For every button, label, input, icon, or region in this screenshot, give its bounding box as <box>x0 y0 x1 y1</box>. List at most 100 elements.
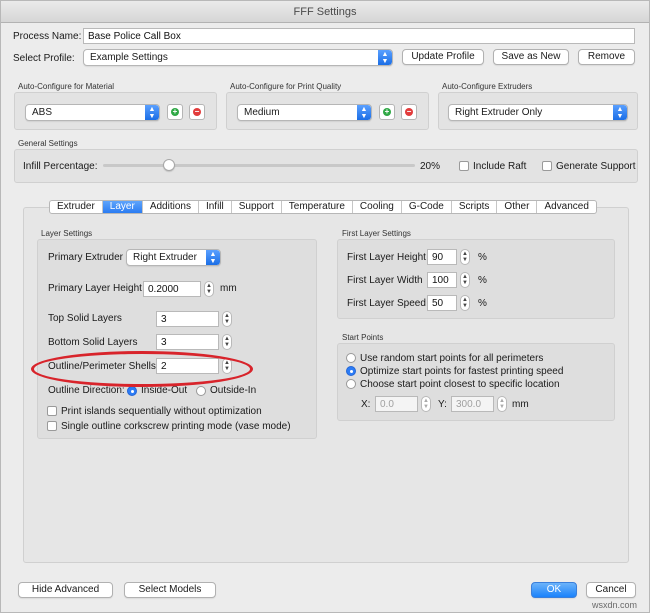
primary-layer-height-unit: mm <box>220 283 237 294</box>
settings-tabbar: Extruder Layer Additions Infill Support Tempe… <box>49 200 597 214</box>
save-as-new-button[interactable]: Save as New <box>493 49 569 65</box>
optimize-start-label: Optimize start points for fastest printi… <box>360 366 564 377</box>
minus-icon: − <box>193 107 201 116</box>
select-profile-value: Example Settings <box>90 52 168 63</box>
top-solid-layers-stepper[interactable]: ▲ ▼ <box>222 311 232 327</box>
material-value: ABS <box>32 107 53 118</box>
cancel-button[interactable]: Cancel <box>586 582 636 598</box>
inside-out-radio[interactable] <box>127 386 137 396</box>
outside-in-label: Outside-In <box>210 385 257 396</box>
select-profile-label: Select Profile: <box>13 53 75 64</box>
generate-support-checkbox[interactable] <box>542 161 552 171</box>
outside-in-radio[interactable] <box>196 386 206 396</box>
dropdown-arrows-icon: ▲ ▼ <box>613 105 627 120</box>
tab-advanced[interactable]: Advanced <box>537 201 595 213</box>
hide-advanced-button[interactable]: Hide Advanced <box>18 582 113 598</box>
random-start-label: Use random start points for all perimete… <box>360 353 544 364</box>
x-coordinate-input[interactable]: 0.0 <box>375 396 418 412</box>
window-title: FFF Settings <box>1 1 649 23</box>
extruders-value: Right Extruder Only <box>455 107 543 118</box>
tab-cooling[interactable]: Cooling <box>353 201 402 213</box>
print-islands-label: Print islands sequentially without optim… <box>61 406 262 417</box>
primary-extruder-dropdown[interactable]: Right Extruder ▲ ▼ <box>126 249 221 266</box>
tab-extruder[interactable]: Extruder <box>50 201 103 213</box>
material-dropdown[interactable]: ABS ▲ ▼ <box>25 104 160 121</box>
process-name-label: Process Name: <box>13 31 82 42</box>
layer-settings-label: Layer Settings <box>41 229 93 238</box>
quality-group-label: Auto-Configure for Print Quality <box>230 82 342 91</box>
top-solid-layers-input[interactable]: 3 <box>156 311 219 327</box>
random-start-radio[interactable] <box>346 353 356 363</box>
dropdown-arrows-icon: ▲ ▼ <box>206 250 220 265</box>
first-layer-speed-input[interactable]: 50 <box>427 295 457 311</box>
include-raft-label: Include Raft <box>473 161 527 172</box>
tab-additions[interactable]: Additions <box>143 201 199 213</box>
closest-start-label: Choose start point closest to specific l… <box>360 379 560 390</box>
highlight-annotation-ellipse <box>31 351 253 387</box>
first-layer-width-label: First Layer Width <box>347 275 423 286</box>
tab-support[interactable]: Support <box>232 201 282 213</box>
outline-direction-label: Outline Direction: <box>48 385 125 396</box>
tab-other[interactable]: Other <box>497 201 538 213</box>
y-coordinate-stepper[interactable]: ▲ ▼ <box>497 396 507 412</box>
quality-group: Medium ▲ ▼ + − <box>226 92 429 130</box>
first-layer-width-input[interactable]: 100 <box>427 272 457 288</box>
general-settings-label: General Settings <box>18 139 78 148</box>
dropdown-arrows-icon: ▲ ▼ <box>357 105 371 120</box>
material-group-label: Auto-Configure for Material <box>18 82 115 91</box>
extruders-group-label: Auto-Configure Extruders <box>442 82 533 91</box>
remove-quality-button[interactable]: − <box>401 104 417 120</box>
first-layer-height-label: First Layer Height <box>347 252 426 263</box>
extruders-dropdown[interactable]: Right Extruder Only ▲ ▼ <box>448 104 628 121</box>
vase-mode-label: Single outline corkscrew printing mode (… <box>61 421 291 432</box>
first-layer-height-input[interactable]: 90 <box>427 249 457 265</box>
x-coordinate-stepper[interactable]: ▲ ▼ <box>421 396 431 412</box>
update-profile-button[interactable]: Update Profile <box>402 49 484 65</box>
infill-slider-knob[interactable] <box>163 159 175 171</box>
primary-layer-height-input[interactable]: 0.2000 <box>143 281 201 297</box>
select-profile-dropdown[interactable]: Example Settings ▲ ▼ <box>83 49 393 66</box>
infill-percentage-label: Infill Percentage: <box>23 161 98 172</box>
generate-support-label: Generate Support <box>556 161 636 172</box>
first-layer-height-unit: % <box>478 252 487 263</box>
tab-layer[interactable]: Layer <box>102 201 143 213</box>
remove-material-button[interactable]: − <box>189 104 205 120</box>
primary-extruder-value: Right Extruder <box>133 252 197 263</box>
minus-icon: − <box>405 107 413 116</box>
first-layer-width-stepper[interactable]: ▲ ▼ <box>460 272 470 288</box>
tab-infill[interactable]: Infill <box>199 201 232 213</box>
material-group: ABS ▲ ▼ + − <box>14 92 217 130</box>
include-raft-checkbox[interactable] <box>459 161 469 171</box>
print-islands-checkbox[interactable] <box>47 406 57 416</box>
bottom-solid-layers-stepper[interactable]: ▲ ▼ <box>222 334 232 350</box>
quality-dropdown[interactable]: Medium ▲ ▼ <box>237 104 372 121</box>
optimize-start-radio[interactable] <box>346 366 356 376</box>
first-layer-settings-label: First Layer Settings <box>342 229 411 238</box>
tab-temperature[interactable]: Temperature <box>282 201 353 213</box>
tab-scripts[interactable]: Scripts <box>452 201 498 213</box>
tab-g-code[interactable]: G-Code <box>402 201 452 213</box>
y-coordinate-input[interactable]: 300.0 <box>451 396 494 412</box>
select-models-button[interactable]: Select Models <box>124 582 216 598</box>
primary-layer-height-stepper[interactable]: ▲ ▼ <box>204 281 214 297</box>
vase-mode-checkbox[interactable] <box>47 421 57 431</box>
first-layer-width-unit: % <box>478 275 487 286</box>
closest-start-radio[interactable] <box>346 379 356 389</box>
infill-percentage-value: 20% <box>420 161 441 172</box>
y-coordinate-label: Y: <box>438 399 447 410</box>
ok-button[interactable]: OK <box>531 582 577 598</box>
first-layer-speed-stepper[interactable]: ▲ ▼ <box>460 295 470 311</box>
watermark: wsxdn.com <box>591 600 637 610</box>
fff-settings-window: FFF Settings Process Name: Base Police C… <box>0 0 650 613</box>
process-name-input[interactable]: Base Police Call Box <box>83 28 635 44</box>
primary-layer-height-label: Primary Layer Height <box>48 283 142 294</box>
add-quality-button[interactable]: + <box>379 104 395 120</box>
x-coordinate-label: X: <box>361 399 371 410</box>
first-layer-height-stepper[interactable]: ▲ ▼ <box>460 249 470 265</box>
add-material-button[interactable]: + <box>167 104 183 120</box>
quality-value: Medium <box>244 107 280 118</box>
start-points-label: Start Points <box>342 333 384 342</box>
remove-button[interactable]: Remove <box>578 49 635 65</box>
infill-slider-track[interactable] <box>103 164 415 167</box>
bottom-solid-layers-input[interactable]: 3 <box>156 334 219 350</box>
